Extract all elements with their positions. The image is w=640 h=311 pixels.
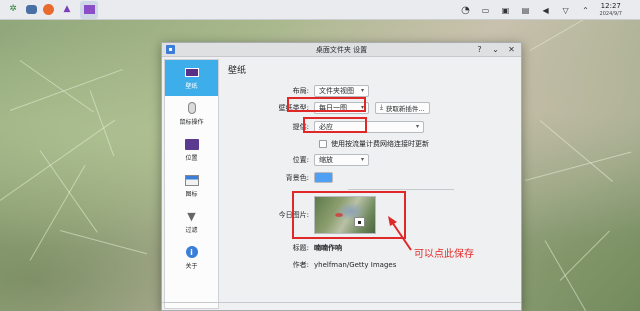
chevron-down-icon: ▾: [360, 156, 364, 163]
author-label: 作者:: [292, 260, 309, 269]
firefox-icon[interactable]: [43, 4, 54, 15]
help-icon[interactable]: ?: [474, 44, 485, 55]
tray-expand-icon[interactable]: ⌃: [580, 4, 592, 16]
window-titlebar[interactable]: ▪ 桌面文件夹 设置 ? ⌄ ✕: [162, 43, 521, 57]
get-new-plugins-button[interactable]: ⤓ 获取新插件...: [375, 101, 430, 114]
metered-network-label: 使用按流量计费网络连接时更新: [331, 139, 429, 148]
position-row: 位置: 缩放 ▾: [244, 153, 369, 166]
desktop-folder-settings-window: ▪ 桌面文件夹 设置 ? ⌄ ✕ 壁纸 鼠标操作 位置 图标 ▼ 过滤 i 关于…: [161, 42, 522, 311]
minimize-icon[interactable]: ⌄: [490, 44, 501, 55]
image-author: yhelfman/Getty Images: [314, 260, 397, 269]
author-row: 作者: yhelfman/Getty Images: [244, 258, 397, 271]
clock-time: 12:27: [600, 2, 621, 10]
window-title: 桌面文件夹 设置: [315, 45, 368, 54]
layout-value: 文件夹视图: [319, 86, 354, 95]
clock-date: 2024/9/7: [599, 11, 622, 17]
background-color-row: 背景色:: [244, 171, 333, 184]
sidebar-item-label: 图标: [185, 191, 198, 198]
settings-sidebar: 壁纸 鼠标操作 位置 图标 ▼ 过滤 i 关于: [164, 59, 219, 309]
info-icon: i: [185, 246, 199, 258]
window-bottom-bar: [162, 302, 521, 310]
folder-icon: [184, 138, 199, 150]
network-icon[interactable]: ▽: [560, 4, 572, 16]
sidebar-item-filter[interactable]: ▼ 过滤: [165, 204, 218, 240]
sidebar-item-about[interactable]: i 关于: [165, 240, 218, 276]
taskbar: ✲ ▲ ◔ ▭ ▣ ▤ ◀ ▽ ⌃ 12:27 2024/9/7: [0, 0, 640, 20]
sidebar-item-label: 壁纸: [185, 83, 198, 90]
background-color-button[interactable]: [314, 172, 333, 183]
image-title: 喃喃作响: [314, 243, 342, 252]
annotation-box-wallpaper-type: [287, 97, 366, 112]
sidebar-item-wallpaper[interactable]: 壁纸: [165, 60, 218, 96]
icons-icon: [184, 174, 199, 186]
activity-icon[interactable]: ◔: [460, 4, 472, 16]
chevron-down-icon: ▾: [360, 87, 364, 94]
sidebar-item-label: 关于: [185, 263, 198, 270]
sidebar-item-label: 过滤: [185, 227, 198, 234]
get-new-plugins-label: 获取新插件...: [385, 104, 425, 113]
wallpaper-icon: [184, 66, 199, 78]
settings-content: 壁纸 布局: 文件夹视图 ▾ 壁纸类型: 每日一图 ▾ ⤓ 获取新插件... 提…: [224, 59, 517, 310]
metered-network-row: 使用按流量计费网络连接时更新: [319, 137, 429, 150]
filter-icon: ▼: [187, 209, 196, 223]
chevron-down-icon: ▾: [415, 123, 419, 130]
annotation-text: 可以点此保存: [414, 249, 474, 260]
title-label: 标题:: [292, 243, 309, 252]
mouse-icon: [185, 102, 199, 114]
page-title: 壁纸: [228, 66, 247, 76]
desktop-settings-icon[interactable]: [80, 0, 98, 19]
position-value: 缩放: [319, 155, 333, 164]
volume-icon[interactable]: ◀: [540, 4, 552, 16]
metered-network-checkbox[interactable]: [319, 139, 327, 148]
sidebar-item-label: 鼠标操作: [179, 119, 204, 126]
position-combobox[interactable]: 缩放 ▾: [314, 153, 369, 166]
apps-menu-icon[interactable]: ✲: [6, 3, 20, 17]
clipboard-icon[interactable]: ▤: [520, 4, 532, 16]
disk-icon[interactable]: ▣: [500, 4, 512, 16]
clock[interactable]: 12:27 2024/9/7: [600, 2, 622, 18]
close-icon[interactable]: ✕: [506, 44, 517, 55]
download-icon: ⤓: [380, 103, 383, 111]
sidebar-item-icons[interactable]: 图标: [165, 168, 218, 204]
background-color-label: 背景色:: [285, 173, 309, 182]
sidebar-item-mouse[interactable]: 鼠标操作: [165, 96, 218, 132]
file-manager-icon[interactable]: [26, 5, 37, 14]
annotation-box-provider: [303, 117, 367, 133]
layout-combobox[interactable]: 文件夹视图 ▾: [314, 84, 369, 97]
sidebar-item-label: 位置: [185, 155, 198, 162]
annotation-box-today-image: [292, 191, 406, 239]
divider: [348, 189, 454, 190]
layout-label: 布局:: [292, 86, 309, 95]
sidebar-item-location[interactable]: 位置: [165, 132, 218, 168]
app-icon[interactable]: ▲: [60, 3, 74, 17]
layout-row: 布局: 文件夹视图 ▾: [244, 84, 369, 97]
title-row: 标题: 喃喃作响: [244, 241, 342, 254]
window-icon[interactable]: ▭: [480, 4, 492, 16]
position-label: 位置:: [292, 155, 309, 164]
